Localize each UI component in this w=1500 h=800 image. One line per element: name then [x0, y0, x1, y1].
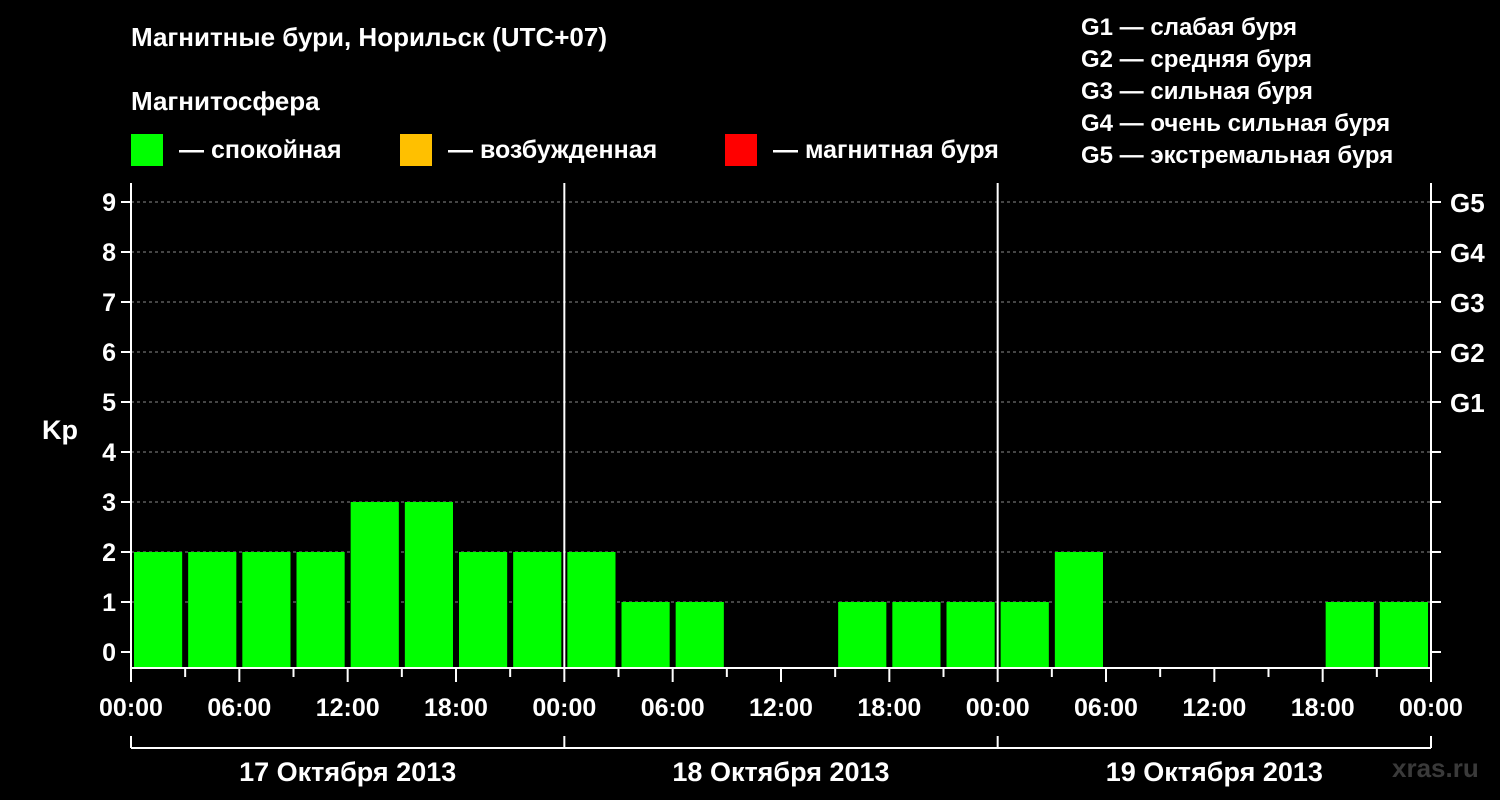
- x-tick-label: 06:00: [207, 694, 271, 722]
- x-tick-label: 18:00: [857, 694, 921, 722]
- x-tick-label: 06:00: [1074, 694, 1138, 722]
- bar-group: [134, 502, 1482, 668]
- watermark: xras.ru: [1392, 753, 1479, 783]
- kp-bar: [404, 502, 453, 668]
- x-tick-label: 12:00: [316, 694, 380, 722]
- date-label: 17 Октября 2013: [239, 757, 456, 787]
- y-tick-label: 9: [102, 189, 116, 217]
- kp-bar: [134, 552, 183, 668]
- storm-level-tick-label: G4: [1450, 238, 1485, 268]
- kp-bar: [242, 552, 291, 668]
- kp-bar: [513, 552, 562, 668]
- kp-bar: [1054, 552, 1103, 668]
- x-tick-label: 18:00: [424, 694, 488, 722]
- x-tick-label: 18:00: [1291, 694, 1355, 722]
- y-tick-label: 6: [102, 339, 116, 367]
- storm-level-tick-label: G3: [1450, 288, 1485, 318]
- kp-bar: [459, 552, 508, 668]
- kp-bar: [1000, 602, 1049, 668]
- y-tick-label: 5: [102, 389, 116, 417]
- kp-bar: [350, 502, 399, 668]
- y-tick-label: 1: [102, 589, 116, 617]
- x-tick-label: 06:00: [641, 694, 705, 722]
- date-label: 19 Октября 2013: [1106, 757, 1323, 787]
- kp-bar: [567, 552, 616, 668]
- kp-bar: [892, 602, 941, 668]
- y-axis-label: Kp: [42, 415, 78, 445]
- storm-level-tick-label: G2: [1450, 338, 1485, 368]
- y-tick-label: 2: [102, 539, 116, 567]
- x-tick-label: 00:00: [532, 694, 596, 722]
- kp-bar: [296, 552, 345, 668]
- kp-bar: [1379, 602, 1428, 668]
- x-tick-label: 00:00: [966, 694, 1030, 722]
- kp-bar: [1434, 602, 1482, 668]
- x-tick-label: 12:00: [749, 694, 813, 722]
- kp-chart: 0 1 2 3 4 5 6 7 8 9 G1 G2 G3 G4 G5 Kp 00:00 06:00 12:00 18:…: [42, 183, 1485, 787]
- kp-bar: [188, 552, 237, 668]
- y-tick-label: 8: [102, 239, 116, 267]
- y-tick-label: 4: [102, 439, 116, 467]
- kp-bar: [946, 602, 995, 668]
- date-label: 18 Октября 2013: [672, 757, 889, 787]
- kp-bar: [1325, 602, 1374, 668]
- y-tick-label: 3: [102, 489, 116, 517]
- storm-level-tick-label: G1: [1450, 388, 1485, 418]
- x-tick-label: 00:00: [99, 694, 163, 722]
- y-tick-label: 7: [102, 289, 116, 317]
- kp-bar: [675, 602, 724, 668]
- y-tick-label: 0: [102, 639, 116, 667]
- kp-bar: [838, 602, 887, 668]
- x-tick-label: 00:00: [1399, 694, 1463, 722]
- x-tick-label: 12:00: [1182, 694, 1246, 722]
- kp-bar: [621, 602, 670, 668]
- storm-level-tick-label: G5: [1450, 188, 1485, 218]
